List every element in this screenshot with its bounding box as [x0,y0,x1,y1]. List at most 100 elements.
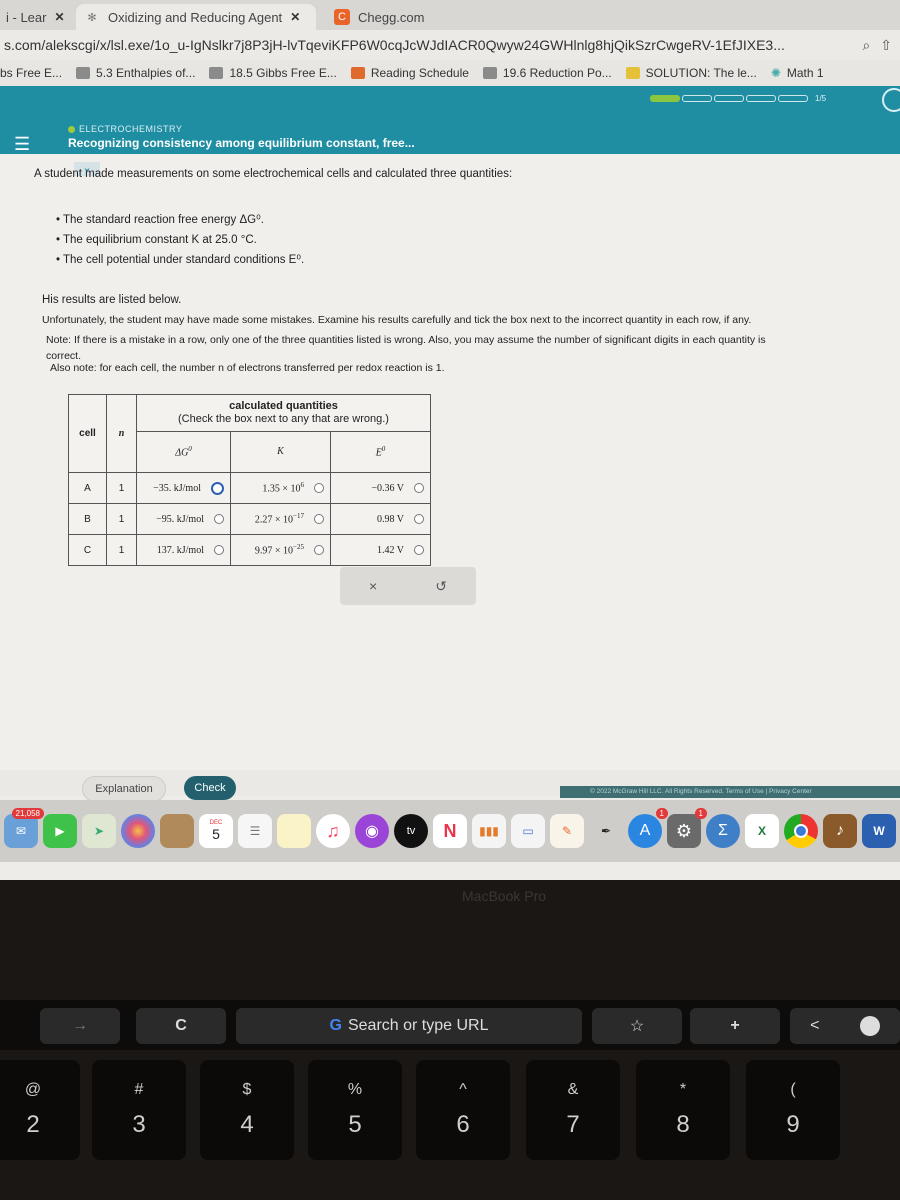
calc-title: calculated quantities [229,399,338,412]
key-symbol: # [134,1081,144,1098]
forward-button[interactable]: → [40,1008,120,1044]
numerade-icon [625,67,640,79]
progress-count: 1/5 [815,94,827,103]
chrome-app-icon[interactable] [784,814,818,848]
book-icon [76,67,91,79]
bookmark-item[interactable]: bs Free E... [0,66,62,80]
e-checkbox[interactable] [414,514,424,524]
delta-g-checkbox[interactable] [214,514,224,524]
maps-app-icon[interactable]: ➤ [82,814,116,848]
tab-chegg[interactable]: C Chegg.com [326,4,432,30]
aleks-header: ☰ ELECTROCHEMISTRY Recognizing consisten… [0,86,900,154]
key-8[interactable]: * 8 [636,1060,730,1160]
excel-app-icon[interactable]: X [745,814,779,848]
key-6[interactable]: ^ 6 [416,1060,510,1160]
tv-label: tv [406,825,416,837]
siri-icon[interactable] [859,1016,880,1036]
key-4[interactable]: $4 [200,1060,294,1160]
header-n: n [106,394,137,473]
address-bar[interactable]: s.com/alekscgi/x/lsl.exe/1o_u-IgNslkr7j8… [0,30,900,60]
tab-oxidizing-reducing-agents[interactable]: ✻ Oxidizing and Reducing Agent ✕ [76,4,316,30]
close-tab-icon[interactable]: ✕ [54,10,64,24]
mail-badge: 21,058 [11,808,44,819]
explanation-button[interactable]: Explanation [82,776,166,802]
close-tab-icon[interactable]: ✕ [290,10,300,24]
bullet-item: The equilibrium constant K at 25.0 °C. [56,230,304,250]
topic-label: ELECTROCHEMISTRY [68,124,182,134]
k-exponent: −17 [293,512,304,521]
k-checkbox[interactable] [314,482,324,493]
keynote-app-icon[interactable]: ▭ [511,814,545,848]
progress-segment [682,95,712,102]
browser-tab-strip: i - Lear ✕ ✻ Oxidizing and Reducing Agen… [0,0,900,30]
photos-app-icon[interactable] [121,814,155,848]
key-9[interactable]: (9 [746,1060,840,1160]
reminders-app-icon[interactable]: ☰ [238,814,272,848]
check-button[interactable]: Check [184,776,236,800]
k-checkbox[interactable] [314,544,324,555]
e-checkbox[interactable] [414,483,424,493]
k-checkbox[interactable] [314,513,324,524]
news-app-icon[interactable]: N [433,814,467,848]
bookmark-item[interactable]: ✺ Math 1 [771,66,824,80]
bookmark-item[interactable]: 5.3 Enthalpies of... [76,66,195,80]
search-placeholder: Search or type URL [347,1017,489,1034]
app-store-icon[interactable]: 1A [628,808,668,848]
delta-g-checkbox[interactable] [214,545,224,555]
share-icon[interactable]: ⇧ [880,37,892,54]
key-7[interactable]: & 7 [526,1060,620,1160]
delta-g-checkbox[interactable] [211,481,224,495]
garageband-app-icon[interactable]: ♪ [823,814,857,848]
help-circle-icon[interactable] [882,88,900,112]
tab-label: Oxidizing and Reducing Agent [108,9,283,25]
new-tab-button[interactable]: + [690,1008,780,1044]
mail-app-icon[interactable]: 21,058 ✉ [4,808,44,848]
k-value: 1.35 × 106 [262,481,304,494]
collapse-strip-icon[interactable]: < [810,1017,819,1035]
footer-text[interactable]: © 2022 McGraw Hill LLC. All Rights Reser… [560,786,900,798]
cell-label: B [68,503,107,535]
contacts-app-icon[interactable] [160,814,194,848]
reload-button[interactable]: C [136,1008,226,1044]
key-2[interactable]: @2 [0,1060,80,1160]
music-app-icon[interactable]: ♫ [316,814,350,848]
touchbar-search-field[interactable]: G Search or type URL [236,1008,582,1044]
macos-dock: 21,058 ✉ ▶ ➤ DEC 5 ☰ ♫ ◉ tv N ▮▮▮ ▭ ✎ ✒ 1A… [0,800,900,862]
word-app-icon[interactable]: W [862,814,896,848]
n-value: 1 [106,534,137,566]
key-5[interactable]: % 5 [308,1060,402,1160]
menu-icon[interactable]: ☰ [14,134,30,155]
clear-icon[interactable]: × [369,578,377,594]
bookmark-item[interactable]: 18.5 Gibbs Free E... [209,66,337,80]
calendar-app-icon[interactable]: DEC 5 [199,814,233,848]
superscript: 0 [381,445,386,454]
table-row: B 1 −95. kJ/mol 2.27 × 10−17 0.98 V [68,503,431,535]
key-number: 5 [348,1111,362,1138]
bookmark-item[interactable]: SOLUTION: The le... [625,66,757,80]
equation-app-icon[interactable]: Σ [706,814,740,848]
key-3[interactable]: #3 [92,1060,186,1160]
url-text[interactable]: s.com/alekscgi/x/lsl.exe/1o_u-IgNslkr7j8… [0,37,862,53]
facetime-app-icon[interactable]: ▶ [43,814,77,848]
key-number: 9 [786,1111,800,1138]
tab-label: Chegg.com [358,9,425,25]
podcasts-app-icon[interactable]: ◉ [355,814,389,848]
pages-app-icon[interactable]: ✎ [550,814,584,848]
tab-learn[interactable]: i - Lear ✕ [0,4,73,30]
bookmark-star-button[interactable]: ☆ [592,1008,682,1044]
key-symbol: ( [790,1081,796,1098]
progress-segment [746,95,776,102]
notes-app-icon[interactable] [277,814,311,848]
bookmark-item[interactable]: Reading Schedule [350,66,469,80]
tv-app-icon[interactable]: tv [394,814,428,848]
undo-icon[interactable]: ↺ [435,578,447,595]
numbers-app-icon[interactable]: ▮▮▮ [472,814,506,848]
tab-label: i - Lear [6,9,47,25]
header-k: K [230,430,331,474]
topic-status-dot [68,125,75,133]
bullet-item: The cell potential under standard condit… [56,250,304,270]
bookmark-item[interactable]: 19.6 Reduction Po... [482,66,612,80]
e-checkbox[interactable] [414,545,424,555]
system-preferences-icon[interactable]: 1 ⚙ [667,808,707,848]
search-icon[interactable]: ⌕ [862,37,870,54]
